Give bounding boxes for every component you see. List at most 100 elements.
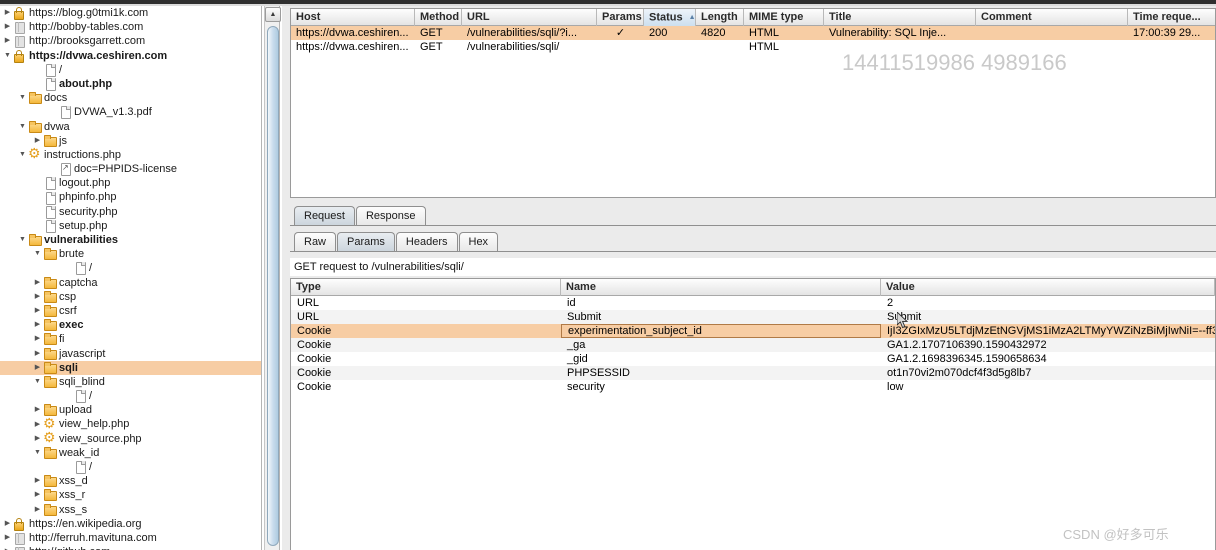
site-map-node-security-php[interactable]: security.php xyxy=(0,205,261,219)
chevron-down-icon[interactable] xyxy=(17,148,28,162)
chevron-down-icon[interactable] xyxy=(32,247,43,261)
site-map-node-fi[interactable]: fi xyxy=(0,332,261,346)
chevron-down-icon[interactable] xyxy=(17,120,28,134)
site-map-node-xss-d[interactable]: xss_d xyxy=(0,474,261,488)
site-map-node-csrf[interactable]: csrf xyxy=(0,304,261,318)
site-map-node--[interactable]: / xyxy=(0,460,261,475)
table-row[interactable]: URL id 2 xyxy=(291,296,1215,310)
params-table-header[interactable]: Type Name Value xyxy=(291,279,1215,296)
site-map-node-weak-id[interactable]: weak_id xyxy=(0,446,261,460)
site-map-node-csp[interactable]: csp xyxy=(0,290,261,304)
chevron-right-icon[interactable] xyxy=(32,418,43,432)
site-map-node--[interactable]: / xyxy=(0,261,261,276)
site-map-node-phpinfo-php[interactable]: phpinfo.php xyxy=(0,190,261,205)
chevron-down-icon[interactable] xyxy=(32,446,43,460)
site-map-node-javascript[interactable]: javascript xyxy=(0,347,261,361)
site-map-node-logout-php[interactable]: logout.php xyxy=(0,176,261,191)
chevron-right-icon[interactable] xyxy=(2,531,13,545)
chevron-down-icon[interactable] xyxy=(17,91,28,105)
message-tabs-secondary[interactable]: Raw Params Headers Hex xyxy=(290,232,1216,251)
table-row[interactable]: Cookie PHPSESSID ot1n70vi2m070dcf4f3d5g8lb… xyxy=(291,366,1215,380)
history-column-header-comment[interactable]: Comment xyxy=(976,9,1128,26)
tab-request[interactable]: Request xyxy=(294,206,355,225)
table-row[interactable]: https://dvwa.ceshiren... GET/vulnerabilit… xyxy=(291,40,1215,54)
chevron-right-icon[interactable] xyxy=(32,503,43,517)
table-row[interactable]: Cookie _ga GA1.2.1707106390.1590432972 xyxy=(291,338,1215,352)
http-history-header[interactable]: Host Method URL Params Status ▲ Length MIME typ… xyxy=(291,9,1215,26)
chevron-right-icon[interactable] xyxy=(2,20,13,34)
site-map-tree[interactable]: https://blog.g0tmi1k.com http://bobby-tab… xyxy=(0,6,262,550)
site-map-node-https-dvwa-ceshiren-com[interactable]: https://dvwa.ceshiren.com xyxy=(0,49,261,63)
table-row[interactable]: URL Submit Submit xyxy=(291,310,1215,324)
sort-ascending-icon[interactable]: ▲ xyxy=(689,9,695,26)
tab-response[interactable]: Response xyxy=(355,206,426,225)
site-map-node-http-github-com[interactable]: http://github.com xyxy=(0,545,261,550)
table-row[interactable]: Cookie security low xyxy=(291,380,1215,394)
site-map-node-view-help-php[interactable]: view_help.php xyxy=(0,416,261,432)
chevron-right-icon[interactable] xyxy=(2,517,13,531)
site-map-node-captcha[interactable]: captcha xyxy=(0,276,261,290)
tab-headers[interactable]: Headers xyxy=(395,232,458,251)
tab-raw[interactable]: Raw xyxy=(294,232,337,251)
chevron-right-icon[interactable] xyxy=(32,474,43,488)
site-map-node-dvwa-v1-3-pdf[interactable]: DVWA_v1.3.pdf xyxy=(0,105,261,120)
chevron-right-icon[interactable] xyxy=(2,6,13,20)
site-map-node-view-source-php[interactable]: view_source.php xyxy=(0,430,261,446)
params-table-body[interactable]: URL id 2 URL Submit Submit Cookie experimentati… xyxy=(291,296,1215,394)
site-map-node-about-php[interactable]: about.php xyxy=(0,77,261,92)
chevron-right-icon[interactable] xyxy=(32,488,43,502)
history-column-header-status[interactable]: Status ▲ xyxy=(644,9,696,26)
site-map-node-vulnerabilities[interactable]: vulnerabilities xyxy=(0,233,261,247)
params-column-header-type[interactable]: Type xyxy=(291,279,561,296)
site-map-node-instructions-php[interactable]: instructions.php xyxy=(0,146,261,162)
http-history-body[interactable]: https://dvwa.ceshiren... GET/vulnerabilit… xyxy=(291,26,1215,54)
site-map-node--[interactable]: / xyxy=(0,389,261,404)
table-row[interactable]: Cookie _gid GA1.2.1698396345.1590658634 xyxy=(291,352,1215,366)
history-column-header-host[interactable]: Host xyxy=(291,9,415,26)
chevron-right-icon[interactable] xyxy=(32,403,43,417)
site-map-node-docs[interactable]: docs xyxy=(0,91,261,105)
site-map-node-setup-php[interactable]: setup.php xyxy=(0,219,261,233)
site-map-scrollbar[interactable] xyxy=(264,6,281,550)
params-column-header-value[interactable]: Value xyxy=(881,279,1215,296)
site-map-node-https-blog-g0tmi1k-com[interactable]: https://blog.g0tmi1k.com xyxy=(0,6,261,21)
chevron-right-icon[interactable] xyxy=(32,432,43,446)
chevron-right-icon[interactable] xyxy=(32,332,43,346)
site-map-node-xss-s[interactable]: xss_s xyxy=(0,503,261,517)
table-row[interactable]: https://dvwa.ceshiren... GET/vulnerabilit… xyxy=(291,26,1215,40)
chevron-down-icon[interactable] xyxy=(17,233,28,247)
chevron-right-icon[interactable] xyxy=(32,361,43,375)
chevron-down-icon[interactable] xyxy=(32,375,43,389)
chevron-right-icon[interactable] xyxy=(2,545,13,550)
chevron-right-icon[interactable] xyxy=(32,347,43,361)
site-map-node-xss-r[interactable]: xss_r xyxy=(0,488,261,502)
site-map-node--[interactable]: / xyxy=(0,63,261,77)
scroll-up-arrow-icon[interactable] xyxy=(265,7,281,23)
http-history-table[interactable]: Host Method URL Params Status ▲ Length MIME typ… xyxy=(290,8,1216,198)
history-column-header-time-reque-[interactable]: Time reque... xyxy=(1128,9,1215,26)
tab-hex[interactable]: Hex xyxy=(458,232,499,251)
site-map-node-http-ferruh-mavituna-com[interactable]: http://ferruh.mavituna.com xyxy=(0,531,261,546)
site-map-node-upload[interactable]: upload xyxy=(0,403,261,417)
site-map-node-brute[interactable]: brute xyxy=(0,247,261,261)
history-column-header-length[interactable]: Length xyxy=(696,9,744,26)
params-column-header-name[interactable]: Name xyxy=(561,279,881,296)
history-column-header-mime-type[interactable]: MIME type xyxy=(744,9,824,26)
chevron-down-icon[interactable] xyxy=(2,49,13,63)
site-map-node-sqli-blind[interactable]: sqli_blind xyxy=(0,375,261,389)
chevron-right-icon[interactable] xyxy=(32,318,43,332)
site-map-node-dvwa[interactable]: dvwa xyxy=(0,120,261,134)
chevron-right-icon[interactable] xyxy=(2,34,13,48)
chevron-right-icon[interactable] xyxy=(32,276,43,290)
table-row[interactable]: Cookie experimentation_subject_id IjI3ZGIx… xyxy=(291,324,1215,338)
message-tabs-primary[interactable]: Request Response xyxy=(290,206,1216,225)
chevron-right-icon[interactable] xyxy=(32,304,43,318)
tab-params[interactable]: Params xyxy=(337,232,395,251)
site-map-node-sqli[interactable]: sqli xyxy=(0,360,261,375)
site-map-node-https-en-wikipedia-org[interactable]: https://en.wikipedia.org xyxy=(0,517,261,531)
site-map-node-http-bobby-tables-com[interactable]: http://bobby-tables.com xyxy=(0,20,261,35)
params-table[interactable]: Type Name Value URL id 2 URL Submit Submit Cooki… xyxy=(290,278,1216,550)
history-column-header-url[interactable]: URL xyxy=(462,9,597,26)
history-column-header-title[interactable]: Title xyxy=(824,9,976,26)
chevron-right-icon[interactable] xyxy=(32,290,43,304)
